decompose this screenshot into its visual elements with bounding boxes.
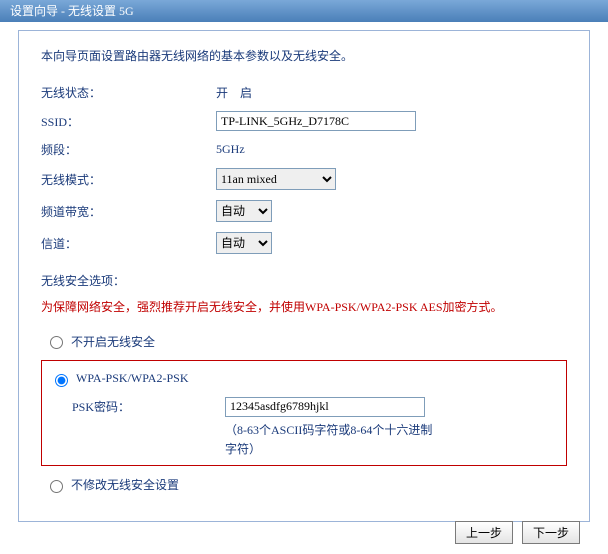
wireless-status-value: 开 启 xyxy=(216,84,252,101)
channel-label: 信道： xyxy=(41,235,216,252)
bandwidth-label: 频道带宽： xyxy=(41,203,216,220)
band-label: 频段： xyxy=(41,141,216,158)
psk-box: WPA-PSK/WPA2-PSK PSK密码： （8-63个ASCII码字符或8… xyxy=(41,360,567,466)
prev-button[interactable]: 上一步 xyxy=(455,521,513,544)
security-warning: 为保障网络安全，强烈推荐开启无线安全，并使用WPA-PSK/WPA2-PSK A… xyxy=(41,297,567,319)
next-button[interactable]: 下一步 xyxy=(522,521,580,544)
security-none-label: 不开启无线安全 xyxy=(71,333,155,350)
ssid-input[interactable] xyxy=(216,111,416,131)
security-psk-label: WPA-PSK/WPA2-PSK xyxy=(76,371,188,386)
bandwidth-select[interactable]: 自动 xyxy=(216,200,272,222)
security-psk-radio[interactable] xyxy=(55,374,68,387)
mode-select[interactable]: 11an mixed xyxy=(216,168,336,190)
security-nochange-radio[interactable] xyxy=(50,480,63,493)
wireless-status-label: 无线状态： xyxy=(41,84,216,101)
intro-text: 本向导页面设置路由器无线网络的基本参数以及无线安全。 xyxy=(41,47,567,66)
footer: 上一步 下一步 xyxy=(449,521,580,544)
ssid-label: SSID： xyxy=(41,113,216,130)
channel-select[interactable]: 自动 xyxy=(216,232,272,254)
security-nochange-label: 不修改无线安全设置 xyxy=(71,476,179,493)
psk-hint: （8-63个ASCII码字符或8-64个十六进制字符） xyxy=(225,421,435,459)
psk-password-input[interactable] xyxy=(225,397,425,417)
window-title: 设置向导 - 无线设置 5G xyxy=(10,4,134,18)
window-titlebar: 设置向导 - 无线设置 5G xyxy=(0,0,608,22)
psk-password-label: PSK密码： xyxy=(72,398,225,415)
band-value: 5GHz xyxy=(216,142,245,157)
mode-label: 无线模式： xyxy=(41,171,216,188)
main-panel: 本向导页面设置路由器无线网络的基本参数以及无线安全。 无线状态： 开 启 SSI… xyxy=(18,30,590,522)
security-none-radio[interactable] xyxy=(50,336,63,349)
security-section-label: 无线安全选项： xyxy=(41,272,567,289)
